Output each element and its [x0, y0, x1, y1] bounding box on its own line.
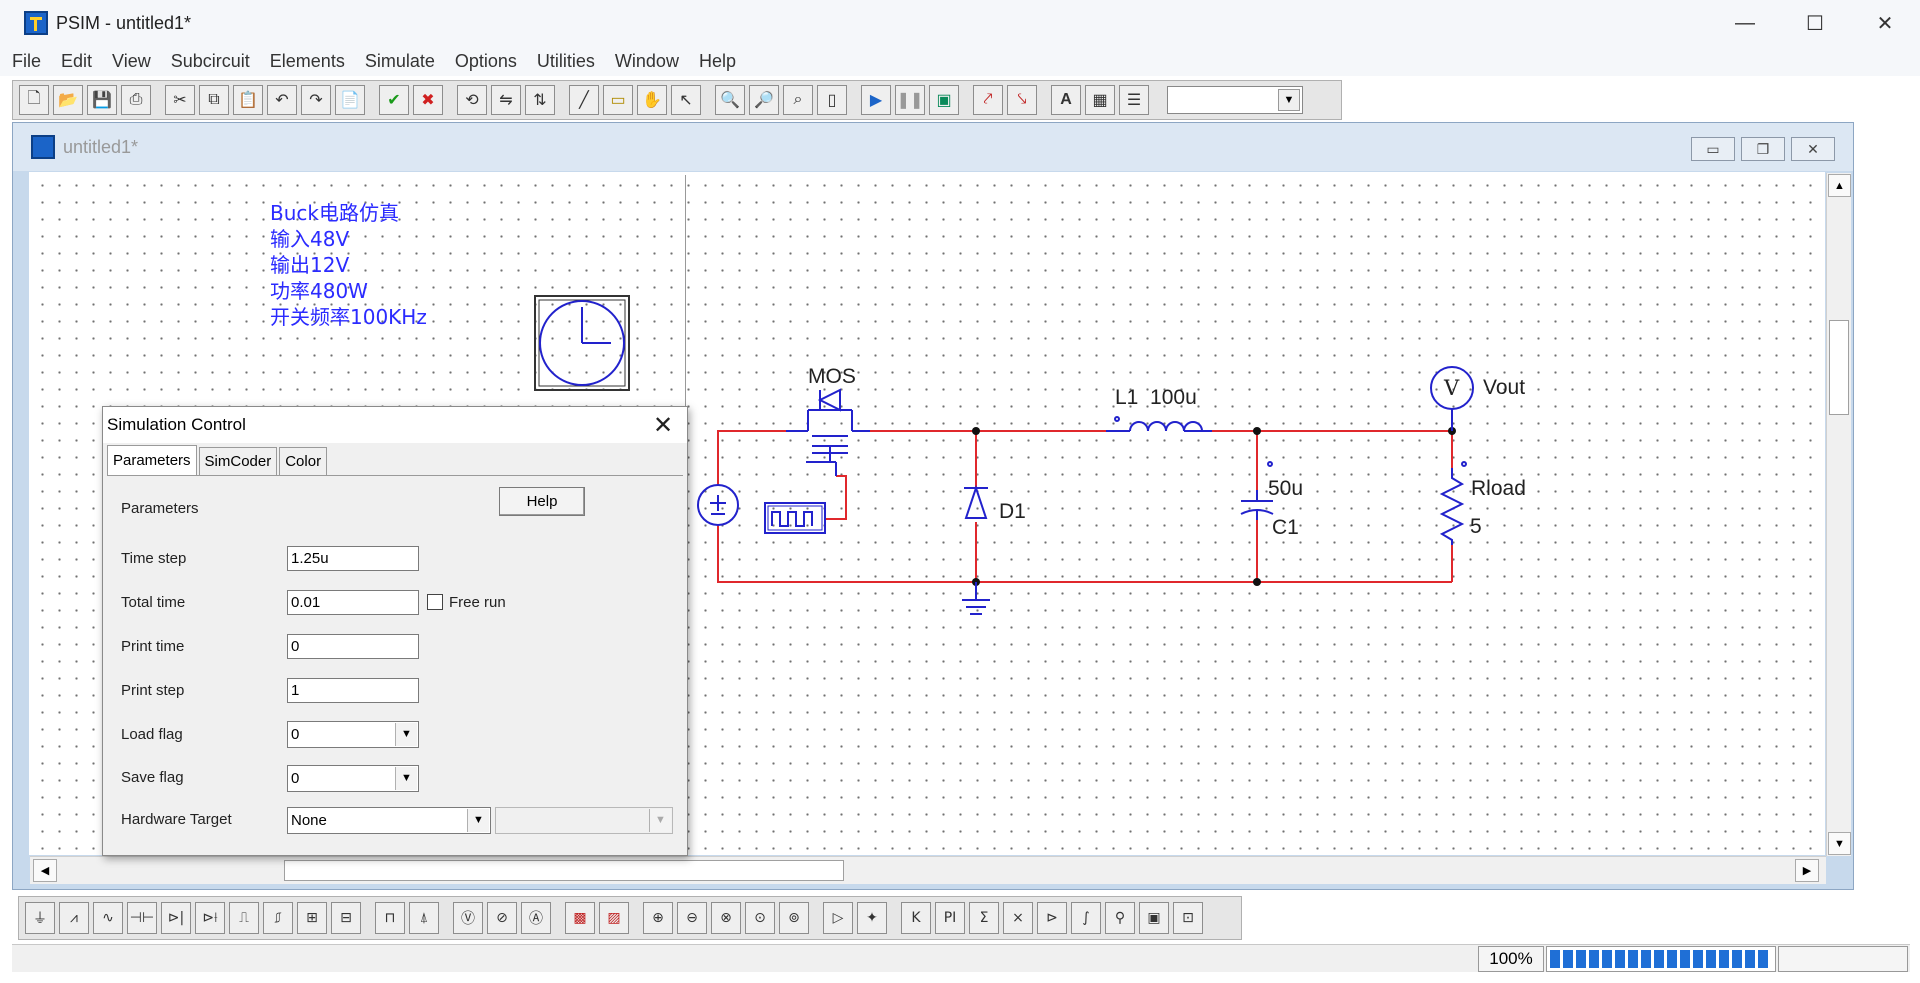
triangle-source-element-icon[interactable]: ⊙: [745, 902, 775, 934]
help-button[interactable]: Help: [499, 487, 585, 516]
probe-symbol: V: [1444, 376, 1460, 400]
igbt-element-icon[interactable]: ⊟: [331, 902, 361, 934]
comparator-element-icon[interactable]: ▷: [823, 902, 853, 934]
square-source-element-icon[interactable]: ⊗: [711, 902, 741, 934]
multiplier-element-icon[interactable]: ×: [1003, 902, 1033, 934]
print-time-input[interactable]: 0: [287, 634, 419, 659]
total-time-input[interactable]: 0.01: [287, 590, 419, 615]
capacitor-element-icon[interactable]: ⊣⊢: [127, 902, 157, 934]
ground-element-icon[interactable]: ⏚: [25, 902, 55, 934]
mosfet-switch[interactable]: [786, 388, 870, 476]
integrator-element-icon[interactable]: ∫: [1071, 902, 1101, 934]
diode-element-icon[interactable]: ⊳|: [161, 902, 191, 934]
time-step-label: Time step: [121, 550, 187, 567]
summer-element-icon[interactable]: Σ: [969, 902, 999, 934]
parameters-panel: Parameters Help Time step 1.25u Total ti…: [107, 475, 683, 851]
pi-element-icon[interactable]: PI: [935, 902, 965, 934]
hardware-target-value: None: [291, 812, 327, 829]
inductor-label: L1 100u: [1115, 386, 1197, 409]
load-resistor[interactable]: [1439, 461, 1467, 545]
switch-element-icon[interactable]: ⍋: [409, 902, 439, 934]
gain-element-icon[interactable]: K: [901, 902, 931, 934]
print-time-label: Print time: [121, 638, 185, 655]
status-empty-pane: [1778, 946, 1908, 972]
element-toolbar: ⏚ ⩘ ∿ ⊣⊢ ⊳| ⊳⟊ ⎍ ⎎ ⊞ ⊟ ⊓ ⍋ Ⓥ ⊘ Ⓐ ▩ ▨ ⊕ ⊖…: [18, 896, 1242, 940]
load-value: 5: [1470, 515, 1482, 538]
dialog-tabs: Parameters SimCoder Color: [107, 445, 329, 475]
current-source-element-icon[interactable]: ⊚: [779, 902, 809, 934]
chevron-down-icon: ▼: [649, 809, 671, 832]
total-time-label: Total time: [121, 594, 186, 611]
voltage-probe-element-icon[interactable]: Ⓥ: [453, 902, 483, 934]
simulation-control-dialog: Simulation Control ✕ Parameters SimCoder…: [102, 406, 688, 856]
freewheel-diode[interactable]: [964, 484, 988, 519]
gating-element-icon[interactable]: ⊓: [375, 902, 405, 934]
free-run-checkbox[interactable]: [427, 594, 443, 610]
free-run-label: Free run: [449, 594, 506, 611]
mos-label: MOS: [808, 365, 856, 388]
hardware-subtarget-select: ▼: [495, 807, 673, 834]
psim-app-window: PSIM - untitled1* — ☐ ✕ File Edit View S…: [0, 0, 1920, 983]
save-flag-label: Save flag: [121, 769, 184, 786]
scope-element-icon[interactable]: ▩: [565, 902, 595, 934]
limiter-element-icon[interactable]: ✦: [857, 902, 887, 934]
dual-scope-element-icon[interactable]: ▨: [599, 902, 629, 934]
gating-block[interactable]: [764, 502, 826, 534]
mosfet-element-icon[interactable]: ⊞: [297, 902, 327, 934]
junction-nodes: [972, 427, 1456, 586]
inductor-l1[interactable]: [1106, 416, 1212, 432]
dialog-close-icon[interactable]: ✕: [649, 411, 677, 439]
tab-color[interactable]: Color: [279, 447, 328, 475]
ground-symbol[interactable]: [962, 582, 990, 615]
zoom-level: 100%: [1478, 946, 1544, 972]
zener-element-icon[interactable]: ⊳⟊: [195, 902, 225, 934]
save-flag-select[interactable]: 0 ▼: [287, 765, 419, 792]
resistor-element-icon[interactable]: ⩘: [59, 902, 89, 934]
thyristor-element-icon[interactable]: ⎍: [229, 902, 259, 934]
diode-label: D1: [999, 500, 1026, 523]
block-element-icon[interactable]: ▣: [1139, 902, 1169, 934]
ammeter-element-icon[interactable]: Ⓐ: [521, 902, 551, 934]
load-flag-label: Load flag: [121, 726, 183, 743]
amplifier-element-icon[interactable]: ⊳: [1037, 902, 1067, 934]
probe-label: Vout: [1483, 376, 1526, 399]
print-step-input[interactable]: 1: [287, 678, 419, 703]
simulation-progress-bar: [1546, 946, 1776, 972]
section-label: Parameters: [121, 500, 199, 517]
status-bar: 100%: [12, 944, 1910, 972]
save-flag-value: 0: [291, 770, 300, 787]
tab-simcoder[interactable]: SimCoder: [198, 447, 278, 475]
load-flag-select[interactable]: 0 ▼: [287, 721, 419, 748]
chevron-down-icon: ▼: [467, 809, 489, 832]
tab-parameters[interactable]: Parameters: [107, 445, 197, 475]
print-step-label: Print step: [121, 682, 185, 699]
inductor-element-icon[interactable]: ∿: [93, 902, 123, 934]
chevron-down-icon: ▼: [395, 723, 417, 746]
dialog-title-bar[interactable]: Simulation Control: [103, 407, 687, 443]
load-flag-value: 0: [291, 726, 300, 743]
chevron-down-icon: ▼: [395, 767, 417, 790]
dialog-title: Simulation Control: [107, 415, 246, 434]
dc-source-element-icon[interactable]: ⊕: [643, 902, 673, 934]
voltmeter-element-icon[interactable]: ⊘: [487, 902, 517, 934]
sensor-element-icon[interactable]: ⚲: [1105, 902, 1135, 934]
capacitor-label: C1: [1272, 516, 1299, 539]
dc-voltage-source[interactable]: [697, 484, 739, 526]
ac-source-element-icon[interactable]: ⊖: [677, 902, 707, 934]
time-step-input[interactable]: 1.25u: [287, 546, 419, 571]
gto-element-icon[interactable]: ⎎: [263, 902, 293, 934]
hardware-target-label: Hardware Target: [121, 811, 232, 828]
capacitor-value: 50u: [1268, 477, 1304, 500]
subcircuit-element-icon[interactable]: ⊡: [1173, 902, 1203, 934]
clock-element[interactable]: [534, 295, 630, 391]
load-label: Rload: [1471, 477, 1526, 500]
hardware-target-select[interactable]: None ▼: [287, 807, 491, 834]
